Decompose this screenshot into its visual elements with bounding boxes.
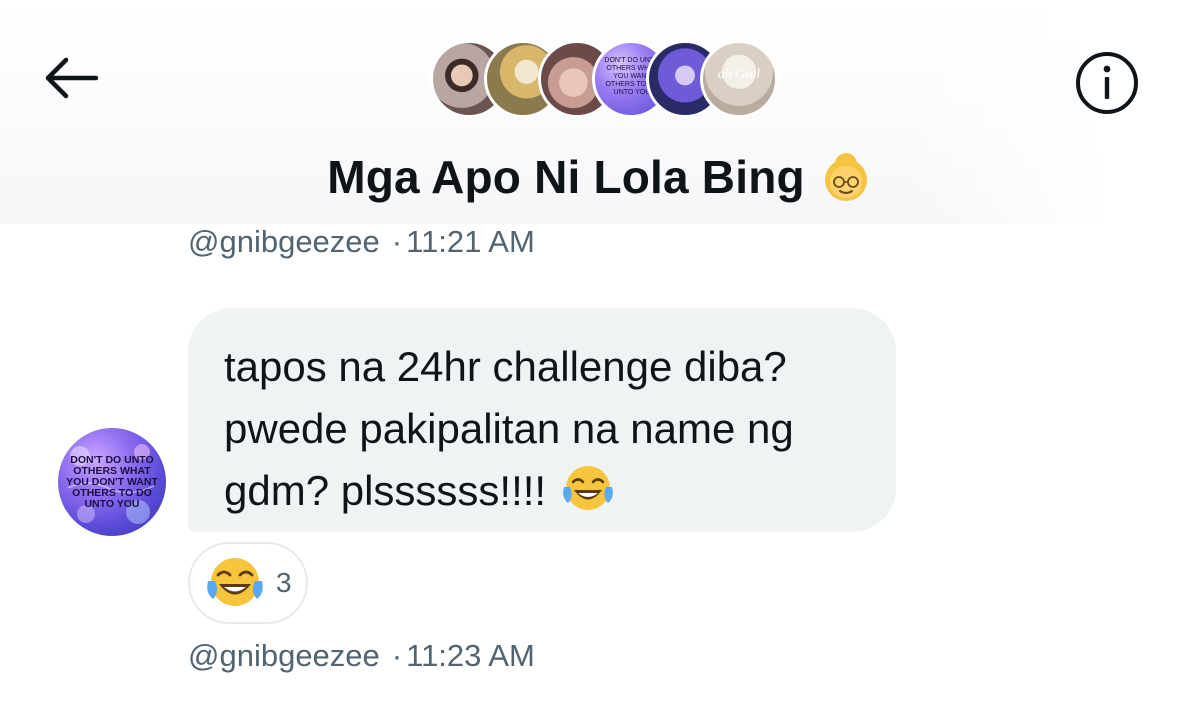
meta-separator: · — [391, 224, 403, 259]
sender-handle[interactable]: @gnibgeezee — [188, 224, 380, 259]
face-with-tears-of-joy-emoji — [563, 466, 614, 510]
info-circle-icon — [1076, 52, 1138, 114]
older-woman-emoji — [824, 153, 867, 201]
sender-avatar-text: DON'T DO UNTO OTHERS WHAT YOU DON'T WANT… — [66, 453, 158, 510]
sender-handle[interactable]: @gnibgeezee — [188, 638, 380, 673]
info-button[interactable] — [1074, 50, 1140, 116]
participant-avatar-6: ah Gail — [700, 40, 778, 118]
face-with-tears-of-joy-emoji — [207, 558, 263, 606]
participant-avatar-6-text: ah Gail — [717, 67, 761, 82]
message-text-content: tapos na 24hr challenge diba? pwede paki… — [224, 343, 794, 514]
message-meta: @gnibgeezee · 11:21 AM — [188, 224, 535, 260]
participant-avatars[interactable]: DON'T DO UNTO OTHERS WHAT YOU WANT OTHER… — [430, 40, 778, 120]
conversation-title[interactable]: Mga Apo Ni Lola Bing — [0, 142, 1200, 212]
message-text: tapos na 24hr challenge diba? pwede paki… — [224, 336, 866, 522]
message-meta: @gnibgeezee · 11:23 AM — [188, 638, 535, 674]
conversation-title-text: Mga Apo Ni Lola Bing — [327, 151, 805, 203]
sender-avatar[interactable]: DON'T DO UNTO OTHERS WHAT YOU DON'T WANT… — [58, 428, 166, 536]
back-button[interactable] — [40, 50, 104, 106]
message-time: 11:21 AM — [406, 224, 535, 259]
reaction-pill[interactable]: 3 — [188, 542, 308, 624]
message-bubble[interactable]: tapos na 24hr challenge diba? pwede paki… — [188, 308, 896, 532]
meta-separator: · — [391, 638, 403, 673]
arrow-left-icon — [45, 57, 99, 99]
reaction-count: 3 — [276, 567, 292, 598]
message-time: 11:23 AM — [406, 638, 535, 673]
conversation-header: DON'T DO UNTO OTHERS WHAT YOU WANT OTHER… — [0, 0, 1200, 224]
